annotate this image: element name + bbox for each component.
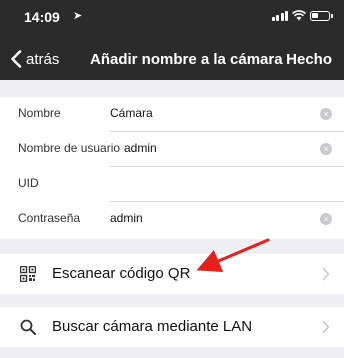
password-field-row[interactable]: Contraseña admin ×	[0, 202, 344, 237]
battery-icon	[310, 10, 333, 21]
qr-code-icon	[20, 266, 36, 282]
done-button[interactable]: Hecho	[286, 51, 332, 68]
clear-icon[interactable]: ×	[320, 213, 332, 225]
back-label: atrás	[26, 50, 60, 68]
field-label: Nombre de usuario	[18, 141, 121, 155]
status-bar: 14:09 ➤	[0, 0, 344, 30]
username-field-row[interactable]: Nombre de usuario admin ×	[0, 132, 344, 167]
scan-qr-button[interactable]: Escanear código QR	[0, 254, 344, 294]
location-icon: ➤	[73, 10, 83, 22]
clear-icon[interactable]: ×	[320, 143, 332, 155]
search-icon	[20, 319, 36, 335]
chevron-right-icon	[322, 267, 330, 281]
field-label: UID	[18, 176, 39, 190]
chevron-left-icon	[11, 50, 22, 68]
name-input[interactable]: Cámara	[110, 106, 153, 120]
lan-search-button[interactable]: Buscar cámara mediante LAN	[0, 307, 344, 347]
wifi-icon	[292, 10, 306, 21]
status-icons	[271, 10, 333, 21]
signal-icon	[271, 10, 288, 21]
camera-form: Nombre Cámara × Nombre de usuario admin …	[0, 97, 344, 239]
lan-search-label: Buscar cámara mediante LAN	[52, 318, 253, 335]
back-button[interactable]: atrás	[10, 50, 59, 68]
chevron-right-icon	[322, 320, 330, 334]
password-input[interactable]: admin	[110, 211, 143, 225]
clear-icon[interactable]: ×	[320, 108, 332, 120]
battery-fill	[312, 12, 318, 18]
status-time: 14:09	[24, 9, 60, 25]
field-label: Nombre	[18, 106, 61, 120]
scan-qr-label: Escanear código QR	[52, 265, 191, 282]
uid-field-row[interactable]: UID	[0, 167, 344, 202]
top-bar: 14:09 ➤ atrás Añadir nombre a la cámara	[0, 0, 344, 80]
page-title: Añadir nombre a la cámara	[90, 51, 283, 68]
navigation-bar: atrás Añadir nombre a la cámara Hecho	[0, 44, 344, 76]
name-field-row[interactable]: Nombre Cámara ×	[0, 97, 344, 132]
field-label: Contraseña	[18, 211, 81, 225]
username-input[interactable]: admin	[124, 141, 157, 155]
